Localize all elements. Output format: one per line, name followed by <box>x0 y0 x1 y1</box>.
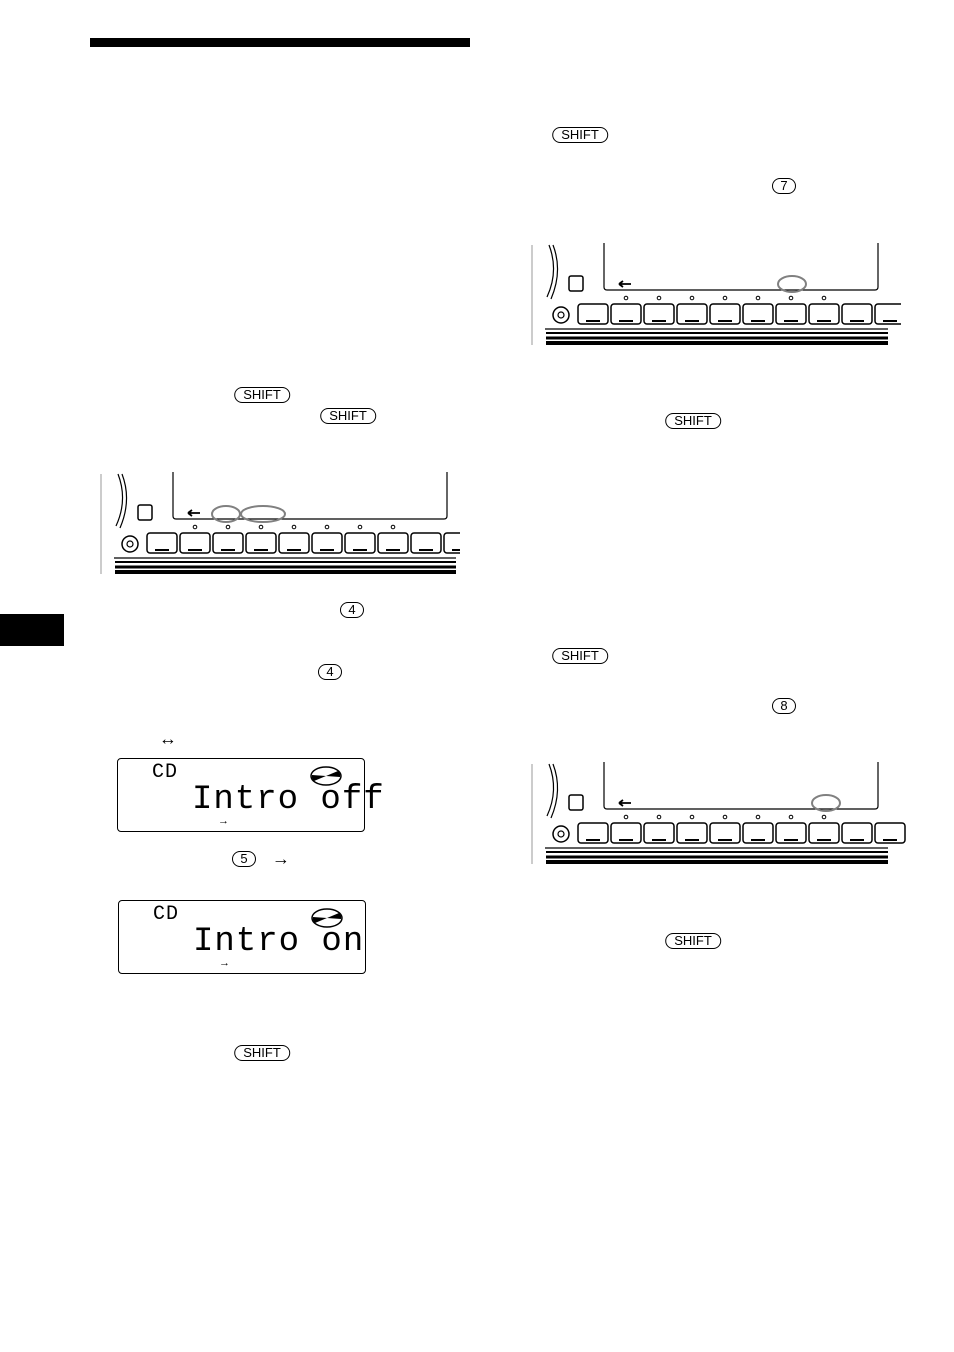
dial-button-center <box>557 830 565 838</box>
square-button <box>137 504 153 521</box>
indicator-dot <box>722 295 728 301</box>
indicator-dot <box>788 814 794 820</box>
indicator-dot <box>689 295 695 301</box>
panel-curve <box>546 763 555 817</box>
indicator-dot <box>689 814 695 820</box>
panel-curve <box>546 244 555 298</box>
display-window <box>172 472 448 520</box>
shift-button-label: SHIFT <box>552 648 608 664</box>
indicator-dot <box>258 524 264 530</box>
square-button <box>568 794 584 811</box>
indicator-dot <box>821 295 827 301</box>
double-arrow-icon: ↔ <box>159 728 177 749</box>
left-arrow-icon <box>618 799 631 807</box>
left-arrow-icon <box>618 280 631 288</box>
shift-button-label: SHIFT <box>665 933 721 949</box>
indicator-dot <box>722 814 728 820</box>
dial-button-center <box>126 540 134 548</box>
indicator-dot <box>755 295 761 301</box>
display-window <box>603 243 879 291</box>
indicator-dot <box>821 814 827 820</box>
number-button-5: 5 <box>232 851 256 867</box>
page-side-tab <box>0 614 64 646</box>
lcd-display-intro-on: CD Intro on → <box>118 900 366 974</box>
disc-icon <box>311 908 343 928</box>
dial-button <box>552 306 570 324</box>
unit-panel-illustration <box>531 762 906 864</box>
dial-button <box>121 535 139 553</box>
dial-button <box>552 825 570 843</box>
manual-page: SHIFT SHIFT SHIFT SHIFT SHIFT SHIFT SHIF… <box>0 0 954 1352</box>
lcd-message: Intro off <box>192 781 385 819</box>
indicator-dot <box>192 524 198 530</box>
indicator-dot <box>291 524 297 530</box>
lcd-display-intro-off: CD Intro off → <box>117 758 384 832</box>
lcd-source: CD <box>152 761 179 784</box>
indicator-dot <box>390 524 396 530</box>
number-button-4: 4 <box>340 602 364 618</box>
number-button-8: 8 <box>772 698 796 714</box>
square-button <box>568 275 584 292</box>
indicator-dot <box>656 814 662 820</box>
indicator-dot <box>357 524 363 530</box>
right-arrow-icon: → <box>218 815 229 827</box>
indicator-dot <box>623 814 629 820</box>
right-arrow-icon: → <box>272 848 290 869</box>
dial-button-center <box>557 311 565 319</box>
indicator-dot <box>623 295 629 301</box>
unit-panel-illustration <box>100 472 460 574</box>
shift-button-label: SHIFT <box>552 127 608 143</box>
display-window <box>603 762 879 810</box>
left-arrow-icon <box>187 509 200 517</box>
lcd-source: CD <box>153 903 180 926</box>
right-arrow-icon: → <box>219 957 230 969</box>
number-button-7: 7 <box>772 178 796 194</box>
disc-icon <box>310 766 342 786</box>
section-header-bar <box>90 38 470 47</box>
panel-curve <box>115 473 124 527</box>
shift-button-label: SHIFT <box>234 387 290 403</box>
shift-button-label: SHIFT <box>665 413 721 429</box>
indicator-dot <box>225 524 231 530</box>
indicator-dot <box>324 524 330 530</box>
indicator-dot <box>755 814 761 820</box>
indicator-dot <box>788 295 794 301</box>
indicator-dot <box>656 295 662 301</box>
shift-button-label: SHIFT <box>234 1045 290 1061</box>
unit-panel-illustration <box>531 243 901 345</box>
shift-button-label: SHIFT <box>320 408 376 424</box>
number-button-4: 4 <box>318 664 342 680</box>
